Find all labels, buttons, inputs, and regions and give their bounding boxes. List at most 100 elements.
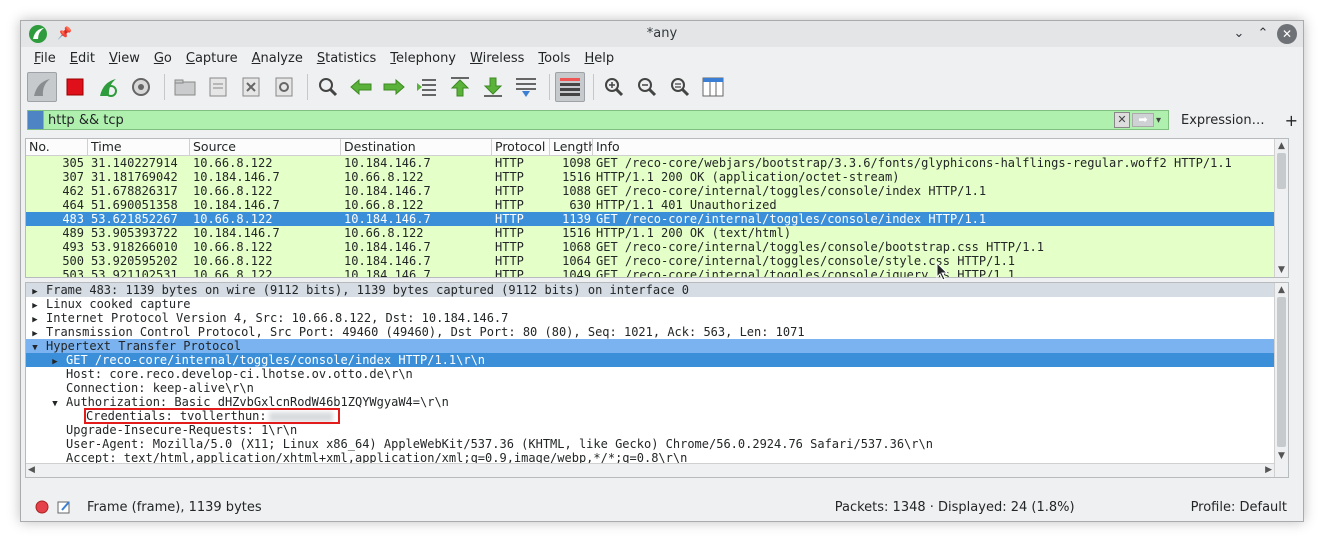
packet-row[interactable]: 305 31.140227914 10.66.8.122 10.184.146.7 HT… (26, 156, 1288, 170)
detail-row[interactable]: Connection: keep-alive\r\n (26, 381, 1288, 395)
scroll-right-icon[interactable]: ▶ (1265, 465, 1272, 475)
detail-row[interactable]: ▶ Linux cooked capture (26, 297, 1288, 311)
find-packet-button[interactable] (313, 72, 343, 102)
detail-row[interactable]: ▶ Transmission Control Protocol, Src Port… (26, 325, 1288, 339)
open-file-button[interactable] (170, 72, 200, 102)
detail-row[interactable]: Upgrade-Insecure-Requests: 1\r\n (26, 423, 1288, 437)
clear-filter-icon[interactable]: ✕ (1114, 112, 1130, 128)
scroll-up-icon[interactable]: ▲ (1275, 139, 1288, 153)
first-packet-button[interactable] (445, 72, 475, 102)
menu-capture[interactable]: Capture (179, 51, 245, 66)
detail-row[interactable]: Host: core.reco.develop-ci.lhotse.ov.ott… (26, 367, 1288, 381)
column-header-protocol[interactable]: Protocol (492, 139, 550, 155)
column-header-time[interactable]: Time (88, 139, 190, 155)
menu-help[interactable]: Help (577, 51, 621, 66)
filter-text[interactable]: http && tcp (48, 113, 1114, 128)
menu-telephony[interactable]: Telephony (383, 51, 463, 66)
scroll-down-icon[interactable]: ▼ (1275, 263, 1288, 277)
arrow-left-icon (350, 79, 372, 95)
go-to-packet-button[interactable] (412, 72, 442, 102)
packet-cell-time: 53.920595202 (91, 254, 178, 268)
detail-text: Authorization: Basic dHZvbGxlcnRodW46b1Z… (66, 395, 449, 409)
status-profile[interactable]: Profile: Default (1191, 500, 1287, 515)
menu-wireless[interactable]: Wireless (463, 51, 531, 66)
mouse-cursor-icon (936, 262, 949, 281)
close-file-button[interactable] (236, 72, 266, 102)
capture-options-button[interactable] (126, 72, 156, 102)
scroll-up-icon[interactable]: ▲ (1275, 283, 1288, 297)
reload-file-button[interactable] (269, 72, 299, 102)
menu-tools[interactable]: Tools (531, 51, 577, 66)
detail-row[interactable]: Credentials: tvollerthun: (26, 408, 1288, 424)
stop-icon (66, 78, 84, 96)
start-capture-button[interactable] (27, 72, 57, 102)
expression-button[interactable]: Expression… (1181, 113, 1265, 128)
go-back-button[interactable] (346, 72, 376, 102)
add-filter-button[interactable]: + (1285, 111, 1298, 130)
column-header-destination[interactable]: Destination (341, 139, 492, 155)
packet-cell-proto: HTTP (495, 156, 524, 170)
menu-file[interactable]: File (27, 51, 63, 66)
resize-columns-button[interactable] (698, 72, 728, 102)
zoom-in-button[interactable] (599, 72, 629, 102)
menu-statistics[interactable]: Statistics (310, 51, 383, 66)
maximize-button[interactable]: ⌃ (1253, 24, 1273, 44)
packet-cell-len: 1516 (562, 226, 591, 240)
column-header-info[interactable]: Info (593, 139, 1288, 155)
menu-go[interactable]: Go (147, 51, 179, 66)
menu-edit[interactable]: Edit (63, 51, 102, 66)
packet-row[interactable]: 483 53.621852267 10.66.8.122 10.184.146.7 HT… (26, 212, 1288, 226)
detail-row[interactable]: ▶ Internet Protocol Version 4, Src: 10.66… (26, 311, 1288, 325)
detail-row[interactable]: User-Agent: Mozilla/5.0 (X11; Linux x86_… (26, 437, 1288, 451)
detail-row[interactable]: ▼ Authorization: Basic dHZvbGxlcnRodW46b1… (26, 395, 1288, 409)
packet-row[interactable]: 464 51.690051358 10.184.146.7 10.66.8.122 HT… (26, 198, 1288, 212)
save-file-button[interactable] (203, 72, 233, 102)
packet-row[interactable]: 307 31.181769042 10.184.146.7 10.66.8.122 HT… (26, 170, 1288, 184)
go-forward-button[interactable] (379, 72, 409, 102)
column-header-source[interactable]: Source (190, 139, 341, 155)
comment-edit-icon[interactable] (57, 500, 71, 514)
status-packet-count: Packets: 1348 · Displayed: 24 (1.8%) (834, 499, 1075, 515)
scroll-thumb[interactable] (1277, 297, 1286, 447)
reload-icon (275, 77, 293, 97)
scroll-thumb[interactable] (1277, 153, 1286, 189)
packet-row[interactable]: 500 53.920595202 10.66.8.122 10.184.146.7 HT… (26, 254, 1288, 268)
packet-cell-info: HTTP/1.1 401 Unauthorized (596, 198, 777, 212)
last-packet-button[interactable] (478, 72, 508, 102)
detail-row[interactable]: ▼ Hypertext Transfer Protocol (26, 339, 1288, 353)
restart-capture-button[interactable] (93, 72, 123, 102)
colorize-button[interactable] (555, 72, 585, 102)
normal-size-button[interactable] (665, 72, 695, 102)
menu-view[interactable]: View (102, 51, 147, 66)
details-horizontal-scrollbar[interactable]: ◀ ▶ (26, 463, 1274, 477)
packet-row[interactable]: 489 53.905393722 10.184.146.7 10.66.8.122 HT… (26, 226, 1288, 240)
minimize-button[interactable]: ⌄ (1229, 24, 1249, 44)
packet-list-scrollbar[interactable]: ▲ ▼ (1274, 139, 1288, 277)
column-header-no[interactable]: No. (26, 139, 88, 155)
packet-cell-proto: HTTP (495, 184, 524, 198)
gear-icon (132, 78, 150, 96)
scroll-left-icon[interactable]: ◀ (28, 465, 35, 475)
packet-row[interactable]: 462 51.678826317 10.66.8.122 10.184.146.7 HT… (26, 184, 1288, 198)
menu-analyze[interactable]: Analyze (245, 51, 310, 66)
detail-row[interactable]: ▶ Frame 483: 1139 bytes on wire (9112 bit… (26, 283, 1288, 297)
detail-text: Hypertext Transfer Protocol (46, 339, 242, 353)
zoom-out-icon (638, 78, 657, 97)
zoom-out-button[interactable] (632, 72, 662, 102)
expert-info-icon[interactable] (35, 500, 49, 514)
autoscroll-button[interactable] (511, 72, 541, 102)
packet-cell-dst: 10.66.8.122 (344, 226, 424, 240)
packet-row[interactable]: 503 53.921102531 10.66.8.122 10.184.146.7 HT… (26, 268, 1288, 277)
close-button[interactable]: ✕ (1277, 24, 1297, 44)
detail-row[interactable]: ▶ GET /reco-core/internal/toggles/console… (26, 353, 1288, 367)
details-scrollbar[interactable]: ▲ ▼ (1274, 283, 1288, 477)
column-header-length[interactable]: Length (550, 139, 593, 155)
packet-row[interactable]: 493 53.918266010 10.66.8.122 10.184.146.7 HT… (26, 240, 1288, 254)
detail-text: Connection: keep-alive\r\n (66, 381, 254, 395)
display-filter-input[interactable]: http && tcp ✕ ➡ ▾ (27, 110, 1169, 130)
scroll-down-icon[interactable]: ▼ (1275, 449, 1288, 463)
apply-filter-icon[interactable]: ➡ (1132, 113, 1154, 127)
filter-history-dropdown-icon[interactable]: ▾ (1156, 115, 1168, 126)
stop-capture-button[interactable] (60, 72, 90, 102)
bookmark-icon[interactable] (28, 111, 44, 129)
